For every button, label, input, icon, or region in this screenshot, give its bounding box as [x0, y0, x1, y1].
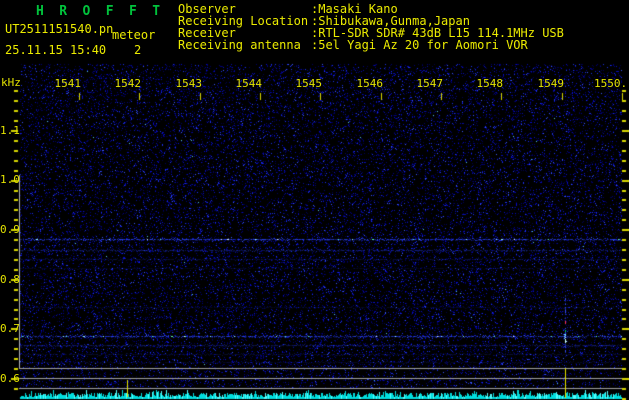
- filename: UT2511151540.pn: [5, 22, 114, 36]
- y-axis-label: 0.9: [0, 223, 20, 236]
- y-axis-label: 1.1: [0, 124, 20, 137]
- info-value: :5el Yagi Az 20 for Aomori VOR: [311, 38, 528, 52]
- y-axis-label: 0.8: [0, 273, 20, 286]
- x-axis-label: 1545: [295, 77, 323, 90]
- x-axis-label: 1544: [235, 77, 263, 90]
- x-axis-label: 1542: [114, 77, 142, 90]
- echo-count: 2: [134, 43, 142, 57]
- x-axis-label: 1549: [537, 77, 565, 90]
- filename-meteor-overlay: meteor: [112, 28, 156, 42]
- x-axis-label: 1550.: [594, 77, 628, 90]
- y-axis-label: 0.6: [0, 372, 20, 385]
- x-axis-label: 1547: [416, 77, 444, 90]
- app-title: H R O F F T: [36, 4, 164, 19]
- y-axis-unit: kHz: [1, 76, 21, 89]
- y-axis-label: 1.0: [0, 173, 20, 186]
- y-axis-label: 0.7: [0, 322, 20, 335]
- x-axis-label: 1546: [356, 77, 384, 90]
- x-axis-label: 1548: [476, 77, 504, 90]
- datetime: 25.11.15 15:40: [5, 43, 107, 57]
- x-axis-label: 1541: [54, 77, 82, 90]
- x-axis-label: 1543: [175, 77, 203, 90]
- spectrogram-canvas: [0, 0, 629, 400]
- hrofft-screen: H R O F F T UT2511151540.pn meteor 25.11…: [0, 0, 629, 400]
- info-label: Receiving antenna: [178, 38, 301, 52]
